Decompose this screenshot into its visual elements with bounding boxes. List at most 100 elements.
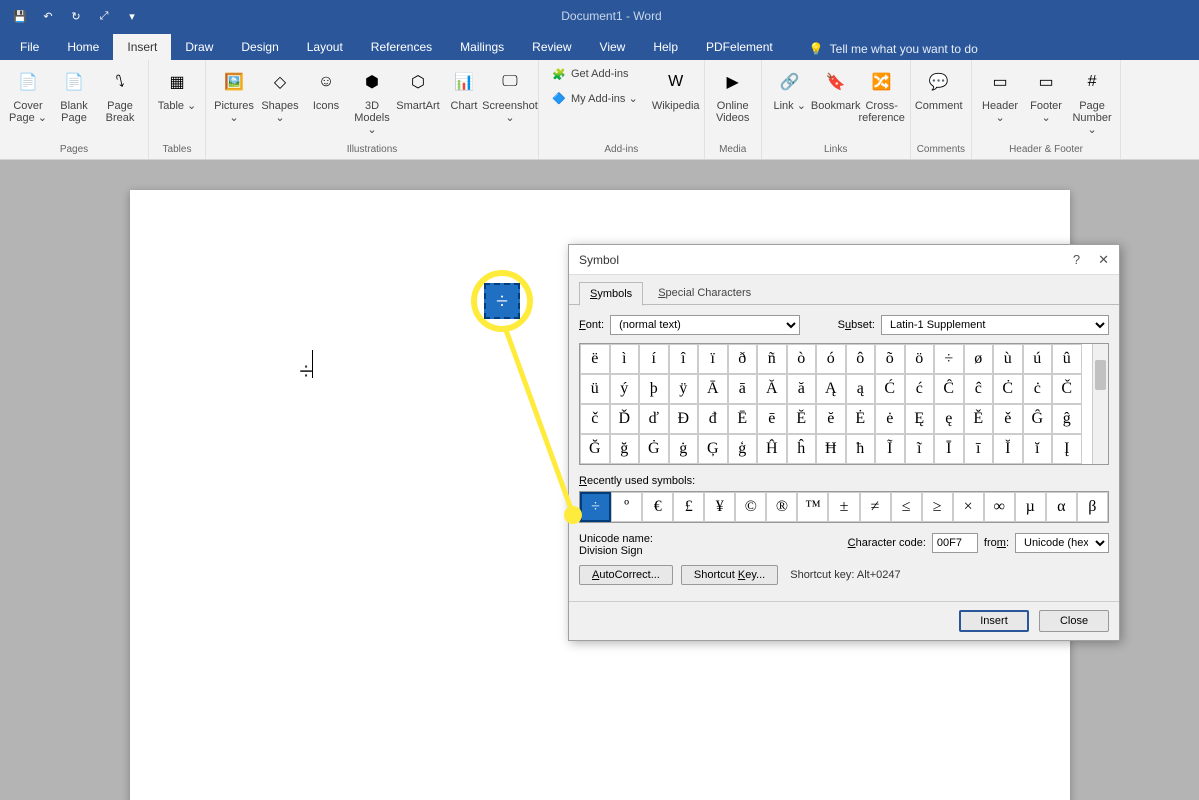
symbol-cell[interactable]: ï <box>698 344 728 374</box>
page-break-button[interactable]: ⭛Page Break <box>98 64 142 126</box>
symbol-cell[interactable]: õ <box>875 344 905 374</box>
recent-symbol-cell[interactable]: º <box>611 492 642 522</box>
symbol-cell[interactable]: ú <box>1023 344 1053 374</box>
symbol-cell[interactable]: ĩ <box>905 434 935 464</box>
wikipedia-button[interactable]: WWikipedia <box>654 64 698 114</box>
symbol-cell[interactable]: í <box>639 344 669 374</box>
symbol-cell[interactable]: Ā <box>698 374 728 404</box>
symbol-cell[interactable]: ò <box>787 344 817 374</box>
symbol-cell[interactable]: Đ <box>669 404 699 434</box>
qat-redo[interactable]: ↻ <box>64 4 88 28</box>
symbol-cell[interactable]: Ğ <box>580 434 610 464</box>
symbol-cell[interactable]: đ <box>698 404 728 434</box>
qat-save[interactable]: 💾 <box>8 4 32 28</box>
recent-symbol-cell[interactable]: € <box>642 492 673 522</box>
recent-symbol-cell[interactable]: × <box>953 492 984 522</box>
symbol-cell[interactable]: ĝ <box>1052 404 1082 434</box>
symbol-cell[interactable]: ğ <box>610 434 640 464</box>
link-button[interactable]: 🔗Link ⌄ <box>768 64 812 126</box>
grid-scrollbar[interactable] <box>1092 344 1108 464</box>
symbol-cell[interactable]: ĭ <box>1023 434 1053 464</box>
recent-symbol-cell[interactable]: © <box>735 492 766 522</box>
bookmark-button[interactable]: 🔖Bookmark <box>814 64 858 126</box>
from-select[interactable]: Unicode (hex) <box>1015 533 1109 553</box>
recent-symbol-cell[interactable]: β <box>1077 492 1108 522</box>
dialog-help-button[interactable]: ? <box>1073 252 1080 268</box>
symbol-cell[interactable]: Ī <box>934 434 964 464</box>
symbol-cell[interactable]: Į <box>1052 434 1082 464</box>
symbol-cell[interactable]: ÷ <box>934 344 964 374</box>
symbol-cell[interactable]: ġ <box>669 434 699 464</box>
symbol-cell[interactable]: ī <box>964 434 994 464</box>
symbol-cell[interactable]: ģ <box>728 434 758 464</box>
symbol-cell[interactable]: ĕ <box>816 404 846 434</box>
header-button[interactable]: ▭Header ⌄ <box>978 64 1022 138</box>
symbol-cell[interactable]: ó <box>816 344 846 374</box>
tab-review[interactable]: Review <box>518 34 585 60</box>
recent-symbol-cell[interactable]: ≤ <box>891 492 922 522</box>
symbol-cell[interactable]: Ģ <box>698 434 728 464</box>
autocorrect-button[interactable]: AutoCorrect... <box>579 565 673 585</box>
recent-symbol-cell[interactable]: ≠ <box>860 492 891 522</box>
comment-button[interactable]: 💬Comment <box>917 64 961 114</box>
symbol-cell[interactable]: ă <box>787 374 817 404</box>
symbol-cell[interactable]: Ć <box>875 374 905 404</box>
recent-symbol-cell[interactable]: µ <box>1015 492 1046 522</box>
icons-button[interactable]: ☺Icons <box>304 64 348 138</box>
symbol-cell[interactable]: ę <box>934 404 964 434</box>
symbol-cell[interactable]: ė <box>875 404 905 434</box>
symbol-cell[interactable]: Ĉ <box>934 374 964 404</box>
my-addins-button[interactable]: 🔷My Add-ins ⌄ <box>545 88 644 108</box>
symbol-cell[interactable]: Ħ <box>816 434 846 464</box>
cross-reference-button[interactable]: 🔀Cross-reference <box>860 64 904 126</box>
symbol-cell[interactable]: Ď <box>610 404 640 434</box>
recent-symbol-cell[interactable]: ® <box>766 492 797 522</box>
tab-layout[interactable]: Layout <box>293 34 357 60</box>
symbol-cell[interactable]: Ě <box>964 404 994 434</box>
pictures-button[interactable]: 🖼️Pictures ⌄ <box>212 64 256 138</box>
recent-symbol-cell[interactable]: ∞ <box>984 492 1015 522</box>
symbol-cell[interactable]: Ē <box>728 404 758 434</box>
tab-file[interactable]: File <box>6 34 53 60</box>
symbol-cell[interactable]: ü <box>580 374 610 404</box>
scrollbar-thumb[interactable] <box>1095 360 1106 390</box>
recent-symbol-cell[interactable]: ÷ <box>580 492 611 522</box>
symbol-cell[interactable]: ñ <box>757 344 787 374</box>
symbol-cell[interactable]: ö <box>905 344 935 374</box>
symbol-cell[interactable]: ĥ <box>787 434 817 464</box>
symbol-cell[interactable]: Č <box>1052 374 1082 404</box>
insert-button[interactable]: Insert <box>959 610 1029 632</box>
screenshot-button[interactable]: 🖵Screenshot ⌄ <box>488 64 532 138</box>
online-videos-button[interactable]: ▶Online Videos <box>711 64 755 126</box>
symbol-cell[interactable]: þ <box>639 374 669 404</box>
symbol-cell[interactable]: û <box>1052 344 1082 374</box>
symbol-cell[interactable]: ħ <box>846 434 876 464</box>
cover-page-button[interactable]: 📄Cover Page ⌄ <box>6 64 50 126</box>
symbol-cell[interactable]: Ĕ <box>787 404 817 434</box>
recent-symbol-cell[interactable]: α <box>1046 492 1077 522</box>
dialog-close-button[interactable]: ✕ <box>1098 252 1109 268</box>
symbol-cell[interactable]: ý <box>610 374 640 404</box>
subset-select[interactable]: Latin-1 Supplement <box>881 315 1109 335</box>
dialog-titlebar[interactable]: Symbol ? ✕ <box>569 245 1119 275</box>
symbol-cell[interactable]: Ĭ <box>993 434 1023 464</box>
table-button[interactable]: ▦Table ⌄ <box>155 64 199 114</box>
get-addins-button[interactable]: 🧩Get Add-ins <box>545 64 644 84</box>
page-number-button[interactable]: #Page Number ⌄ <box>1070 64 1114 138</box>
symbol-cell[interactable]: Ĥ <box>757 434 787 464</box>
symbol-cell[interactable]: Ċ <box>993 374 1023 404</box>
tab-symbols[interactable]: Symbols <box>579 282 643 306</box>
tab-help[interactable]: Help <box>639 34 692 60</box>
symbol-cell[interactable]: Ę <box>905 404 935 434</box>
close-button[interactable]: Close <box>1039 610 1109 632</box>
symbol-cell[interactable]: ć <box>905 374 935 404</box>
symbol-cell[interactable]: ě <box>993 404 1023 434</box>
symbol-cell[interactable]: ĉ <box>964 374 994 404</box>
tab-pdfelement[interactable]: PDFelement <box>692 34 787 60</box>
symbol-cell[interactable]: ď <box>639 404 669 434</box>
recent-symbol-cell[interactable]: ¥ <box>704 492 735 522</box>
symbol-cell[interactable]: ā <box>728 374 758 404</box>
shortcut-key-button[interactable]: Shortcut Key... <box>681 565 778 585</box>
symbol-cell[interactable]: ċ <box>1023 374 1053 404</box>
qat-undo[interactable]: ↶ <box>36 4 60 28</box>
